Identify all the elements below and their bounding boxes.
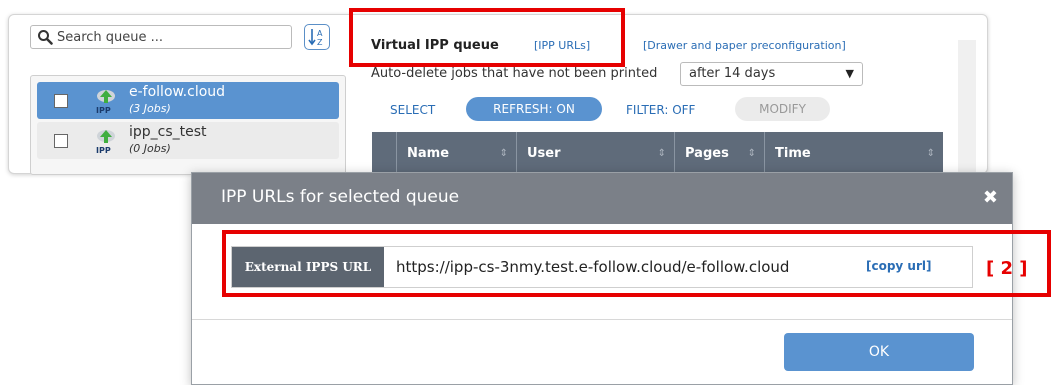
queue-checkbox[interactable] [54,94,68,108]
highlight-box-panel-title [349,8,625,67]
chevron-down-icon: ▼ [845,67,854,80]
queue-item-e-follow-cloud[interactable]: IPP e-follow.cloud (3 Jobs) [37,82,339,119]
dialog-title: IPP URLs for selected queue [221,187,460,207]
svg-text:Z: Z [317,38,323,47]
column-header-user[interactable]: User ⇕ [516,132,674,172]
queue-item-ipp-cs-test[interactable]: IPP ipp_cs_test (0 Jobs) [37,122,339,159]
queue-name: ipp_cs_test [129,124,207,140]
sort-icon: ⇕ [747,148,756,159]
svg-text:IPP: IPP [96,106,111,115]
column-label: Pages [685,146,729,161]
column-header-pages[interactable]: Pages ⇕ [674,132,764,172]
autodelete-select[interactable]: after 14 days ▼ [680,62,863,86]
column-label: Time [775,146,811,161]
dialog-header: IPP URLs for selected queue ✖ [192,173,1012,224]
select-button[interactable]: SELECT [390,103,435,117]
vertical-scrollbar[interactable] [958,40,976,172]
refresh-toggle-button[interactable]: REFRESH: ON [466,97,602,121]
svg-text:A: A [317,29,323,38]
autodelete-value: after 14 days [689,66,776,81]
queue-name: e-follow.cloud [129,84,226,100]
autodelete-label: Auto-delete jobs that have not been prin… [371,66,658,81]
search-icon [38,30,53,45]
modify-button[interactable]: MODIFY [735,97,830,121]
annotation-marker: [ 2 ] [986,258,1028,279]
filter-button[interactable]: FILTER: OFF [626,103,695,117]
queue-checkbox[interactable] [54,134,68,148]
ipp-printer-icon: IPP [96,130,115,155]
column-label: User [527,146,561,161]
ipp-printer-icon: IPP [96,90,115,115]
close-icon[interactable]: ✖ [983,187,998,208]
sort-icon: ⇕ [499,148,508,159]
column-label: Name [407,146,450,161]
column-header-time[interactable]: Time ⇕ [764,132,943,172]
search-field[interactable] [30,25,292,49]
ok-button[interactable]: OK [784,333,974,371]
svg-text:IPP: IPP [96,146,111,155]
column-header-name[interactable]: Name ⇕ [396,132,516,172]
sort-az-button[interactable]: A Z [304,24,330,50]
jobs-table-header: Name ⇕ User ⇕ Pages ⇕ Time ⇕ [372,132,943,172]
divider [192,319,1012,320]
queue-job-count: (3 Jobs) [129,102,171,115]
drawer-paper-preconfiguration-link[interactable]: [Drawer and paper preconfiguration] [643,39,846,52]
sort-icon: ⇕ [926,148,935,159]
queue-job-count: (0 Jobs) [129,142,171,155]
highlight-box-url [222,230,1051,297]
sort-icon: ⇕ [657,148,666,159]
sort-az-icon: A Z [308,29,323,47]
search-input[interactable] [57,28,287,46]
